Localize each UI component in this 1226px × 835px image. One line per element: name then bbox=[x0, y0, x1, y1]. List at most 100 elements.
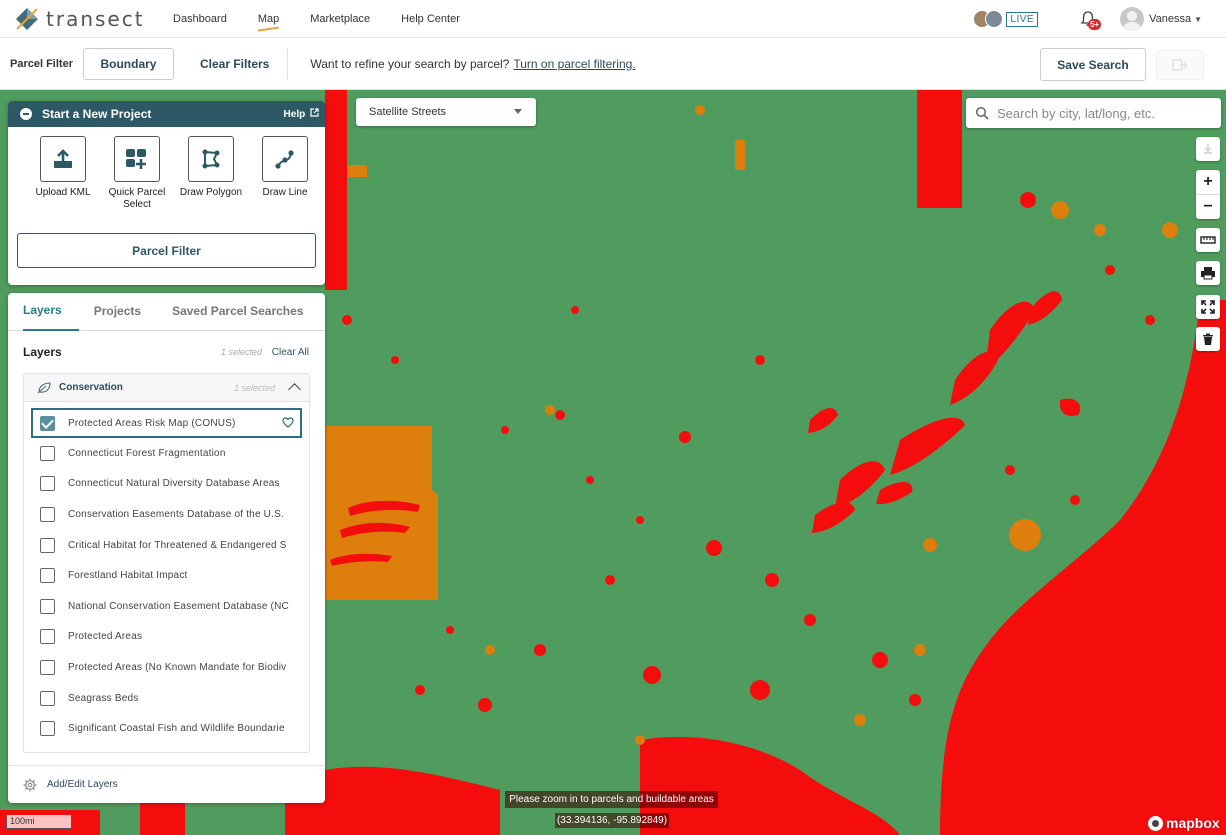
transect-logo[interactable]: transect bbox=[14, 6, 164, 32]
layer-name: Connecticut Forest Fragmentation bbox=[68, 447, 226, 459]
search-icon bbox=[975, 106, 989, 120]
print-control[interactable] bbox=[1196, 261, 1220, 285]
layer-checkbox[interactable] bbox=[40, 506, 55, 522]
layer-checkbox[interactable] bbox=[40, 598, 55, 614]
tab-layers[interactable]: Layers bbox=[23, 303, 79, 331]
category-selected-count: 1 selected bbox=[233, 382, 275, 393]
scale-bar: 100mi bbox=[6, 815, 72, 829]
draw-line-tool[interactable]: Draw Line bbox=[247, 136, 323, 211]
layer-item[interactable]: Connecticut Natural Diversity Database A… bbox=[24, 469, 309, 500]
zoom-notice: Please zoom in to parcels and buildable … bbox=[505, 791, 718, 808]
upload-icon[interactable] bbox=[40, 136, 86, 182]
category-header[interactable]: Conservation 1 selected bbox=[24, 374, 309, 402]
nav-help-center[interactable]: Help Center bbox=[401, 13, 460, 25]
top-nav: transect Dashboard Map Marketplace Help … bbox=[0, 0, 1226, 38]
upload-kml-tool[interactable]: Upload KML bbox=[25, 136, 101, 211]
add-edit-layers-label: Add/Edit Layers bbox=[47, 779, 118, 790]
layer-checkbox[interactable] bbox=[40, 537, 55, 553]
nav-right: LIVE 5+ Vanessa ▼ bbox=[973, 0, 1226, 38]
collapse-icon[interactable] bbox=[20, 108, 32, 120]
nav-dashboard[interactable]: Dashboard bbox=[173, 13, 227, 25]
polygon-icon[interactable] bbox=[188, 136, 234, 182]
layer-checkbox[interactable] bbox=[40, 690, 55, 706]
layer-item[interactable]: Connecticut Forest Fragmentation bbox=[24, 438, 309, 469]
help-link[interactable]: Help bbox=[284, 108, 319, 120]
layer-item[interactable]: Protected Areas Risk Map (CONUS) bbox=[31, 408, 302, 438]
map-search-input[interactable] bbox=[997, 105, 1207, 121]
ruler-icon[interactable] bbox=[1196, 228, 1220, 252]
export-button[interactable] bbox=[1156, 50, 1204, 80]
layer-item[interactable]: Critical Habitat for Threatened & Endang… bbox=[24, 530, 309, 561]
layer-name: Significant Coastal Fish and Wildlife Bo… bbox=[68, 723, 285, 735]
draw-polygon-tool[interactable]: Draw Polygon bbox=[173, 136, 249, 211]
line-icon[interactable] bbox=[262, 136, 308, 182]
trash-control[interactable] bbox=[1196, 327, 1220, 351]
collaborator-avatar bbox=[985, 10, 1004, 28]
nav-map[interactable]: Map bbox=[258, 13, 279, 25]
layer-item[interactable]: National Conservation Easement Database … bbox=[24, 591, 309, 622]
layer-item[interactable]: Conservation Easements Database of the U… bbox=[24, 499, 309, 530]
main-nav: Dashboard Map Marketplace Help Center bbox=[173, 13, 491, 25]
nav-marketplace[interactable]: Marketplace bbox=[310, 13, 370, 25]
layer-checkbox[interactable] bbox=[40, 445, 55, 461]
layer-item[interactable]: Protected Areas bbox=[24, 622, 309, 653]
mapbox-attribution: mapbox bbox=[1166, 815, 1220, 831]
layers-selected-count: 1 selected bbox=[220, 347, 262, 357]
mapbox-logo[interactable]: mapbox bbox=[1148, 815, 1220, 831]
zoom-in-button[interactable]: + bbox=[1196, 170, 1220, 194]
cursor-coordinates: (33.394136, -95.892849) bbox=[555, 813, 669, 828]
tab-saved-parcel-searches[interactable]: Saved Parcel Searches bbox=[172, 304, 303, 330]
layer-name: Connecticut Natural Diversity Database A… bbox=[68, 478, 280, 490]
zoom-out-button[interactable]: − bbox=[1196, 195, 1220, 219]
user-name: Vanessa bbox=[1149, 13, 1192, 25]
trash-icon[interactable] bbox=[1196, 327, 1220, 351]
fullscreen-control[interactable] bbox=[1196, 295, 1220, 319]
quick-parcel-icon[interactable] bbox=[114, 136, 160, 182]
print-icon[interactable] bbox=[1196, 261, 1220, 285]
tab-projects[interactable]: Projects bbox=[94, 304, 141, 330]
logo-mark-icon bbox=[14, 6, 40, 32]
clear-all-button[interactable]: Clear All bbox=[272, 347, 309, 358]
clear-filters-button[interactable]: Clear Filters bbox=[200, 57, 269, 71]
upload-kml-label: Upload KML bbox=[35, 187, 91, 198]
mapbox-logo-icon bbox=[1148, 815, 1163, 831]
map-style-select[interactable]: Satellite Streets bbox=[356, 98, 536, 126]
chevron-down-icon bbox=[514, 109, 522, 114]
quick-parcel-select-tool[interactable]: Quick Parcel Select bbox=[99, 136, 175, 211]
fullscreen-icon[interactable] bbox=[1196, 295, 1220, 319]
live-badge: LIVE bbox=[1006, 11, 1039, 27]
layers-header: Layers 1 selected Clear All bbox=[8, 338, 325, 366]
layer-name: Seagrass Beds bbox=[68, 692, 139, 704]
draw-polygon-label: Draw Polygon bbox=[179, 187, 243, 198]
layer-checkbox[interactable] bbox=[40, 721, 55, 737]
live-collaborators[interactable]: LIVE bbox=[973, 10, 1039, 28]
layer-item[interactable]: Forestland Habitat Impact bbox=[24, 560, 309, 591]
save-search-button[interactable]: Save Search bbox=[1040, 48, 1146, 81]
measure-control[interactable] bbox=[1196, 228, 1220, 252]
caret-down-icon: ▼ bbox=[1194, 14, 1202, 24]
gear-icon bbox=[23, 778, 37, 791]
download-control[interactable] bbox=[1196, 137, 1220, 161]
notifications-button[interactable]: 5+ bbox=[1078, 9, 1102, 30]
boundary-button[interactable]: Boundary bbox=[82, 47, 174, 80]
new-project-header[interactable]: Start a New Project Help bbox=[8, 101, 325, 127]
map-search[interactable] bbox=[966, 98, 1221, 128]
layer-item[interactable]: Protected Areas (No Known Mandate for Bi… bbox=[24, 652, 309, 683]
layer-name: Conservation Easements Database of the U… bbox=[68, 508, 284, 520]
conservation-category: Conservation 1 selected Protected Areas … bbox=[23, 373, 310, 753]
layer-item[interactable]: Seagrass Beds bbox=[24, 683, 309, 714]
layer-list: Protected Areas Risk Map (CONUS) Connect… bbox=[24, 402, 309, 744]
layer-checkbox[interactable] bbox=[40, 415, 55, 431]
layer-checkbox[interactable] bbox=[40, 476, 55, 492]
favorite-heart-icon[interactable] bbox=[282, 417, 294, 428]
parcel-filtering-link[interactable]: Turn on parcel filtering. bbox=[513, 57, 635, 71]
layer-checkbox[interactable] bbox=[40, 659, 55, 675]
add-edit-layers-button[interactable]: Add/Edit Layers bbox=[8, 765, 325, 803]
layer-item[interactable]: Significant Coastal Fish and Wildlife Bo… bbox=[24, 713, 309, 744]
user-menu[interactable]: Vanessa ▼ bbox=[1120, 7, 1202, 31]
parcel-filter-button[interactable]: Parcel Filter bbox=[17, 233, 316, 268]
layer-checkbox[interactable] bbox=[40, 568, 55, 584]
chevron-up-icon[interactable] bbox=[288, 383, 301, 396]
layer-checkbox[interactable] bbox=[40, 629, 55, 645]
download-icon[interactable] bbox=[1196, 137, 1220, 161]
